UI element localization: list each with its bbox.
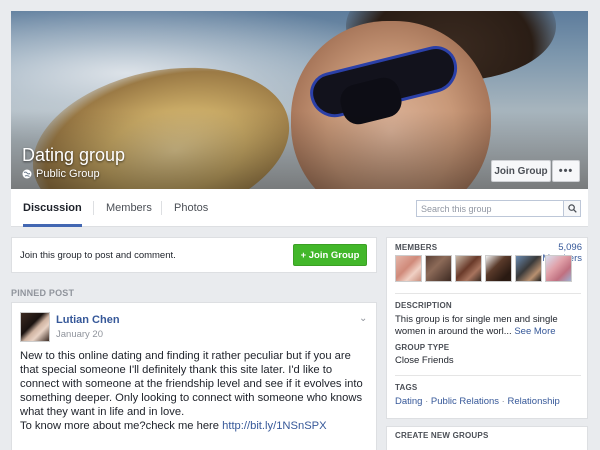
member-avatar[interactable] <box>485 255 512 282</box>
search-button[interactable] <box>563 200 581 217</box>
chevron-down-icon[interactable]: ⌄ <box>359 313 367 324</box>
post-link[interactable]: http://bit.ly/1NSnSPX <box>222 420 326 432</box>
join-group-button[interactable]: Join Group <box>491 160 551 182</box>
tags-label: TAGS <box>395 383 418 392</box>
tag-separator: · <box>422 396 431 407</box>
search-icon <box>567 204 577 213</box>
group-title[interactable]: Dating group <box>22 145 125 166</box>
pinned-post-label: PINNED POST <box>11 288 75 298</box>
group-info-sidebar: MEMBERS 5,096 Members DESCRIPTION This g… <box>386 237 588 419</box>
post-link-line: To know more about me?check me here http… <box>20 419 372 433</box>
tags-list: Dating · Public Relations · Relationship <box>395 396 560 407</box>
join-prompt-text: Join this group to post and comment. <box>20 250 176 261</box>
globe-icon <box>22 169 32 179</box>
join-prompt-card: Join this group to post and comment. + J… <box>11 237 377 273</box>
member-avatar[interactable] <box>455 255 482 282</box>
join-group-green-button[interactable]: + Join Group <box>293 244 367 266</box>
privacy-label: Public Group <box>36 168 100 180</box>
group-privacy: Public Group <box>22 168 100 180</box>
see-more-link[interactable]: See More <box>514 326 555 337</box>
tag-separator: · <box>499 396 508 407</box>
create-groups-card: CREATE NEW GROUPS <box>386 426 588 450</box>
member-avatars <box>395 255 572 282</box>
tag-link[interactable]: Public Relations <box>431 396 499 407</box>
post-timestamp[interactable]: January 20 <box>56 329 103 340</box>
search-group-input[interactable]: Search this group <box>416 200 566 217</box>
pinned-post: Lutian Chen January 20 ⌄ New to this onl… <box>11 302 377 450</box>
members-label: MEMBERS <box>395 243 438 252</box>
post-text: New to this online dating and finding it… <box>20 350 363 418</box>
group-page: Dating group Public Group Join Group •••… <box>0 0 600 450</box>
member-avatar[interactable] <box>545 255 572 282</box>
tab-photos[interactable]: Photos <box>174 189 208 227</box>
group-description: This group is for single men and single … <box>395 314 581 338</box>
post-body: New to this online dating and finding it… <box>20 349 372 433</box>
more-options-button[interactable]: ••• <box>552 160 580 182</box>
member-avatar[interactable] <box>395 255 422 282</box>
post-link-prefix: To know more about me?check me here <box>20 420 223 432</box>
post-author-link[interactable]: Lutian Chen <box>56 314 120 326</box>
tag-link[interactable]: Relationship <box>508 396 560 407</box>
group-type-label: GROUP TYPE <box>395 343 450 352</box>
tag-link[interactable]: Dating <box>395 396 422 407</box>
avatar[interactable] <box>20 312 50 342</box>
member-avatar[interactable] <box>425 255 452 282</box>
create-groups-label: CREATE NEW GROUPS <box>395 431 489 440</box>
tab-discussion[interactable]: Discussion <box>23 189 82 227</box>
group-type-value: Close Friends <box>395 355 454 366</box>
member-avatar[interactable] <box>515 255 542 282</box>
description-label: DESCRIPTION <box>395 301 452 310</box>
tab-members[interactable]: Members <box>106 189 152 227</box>
